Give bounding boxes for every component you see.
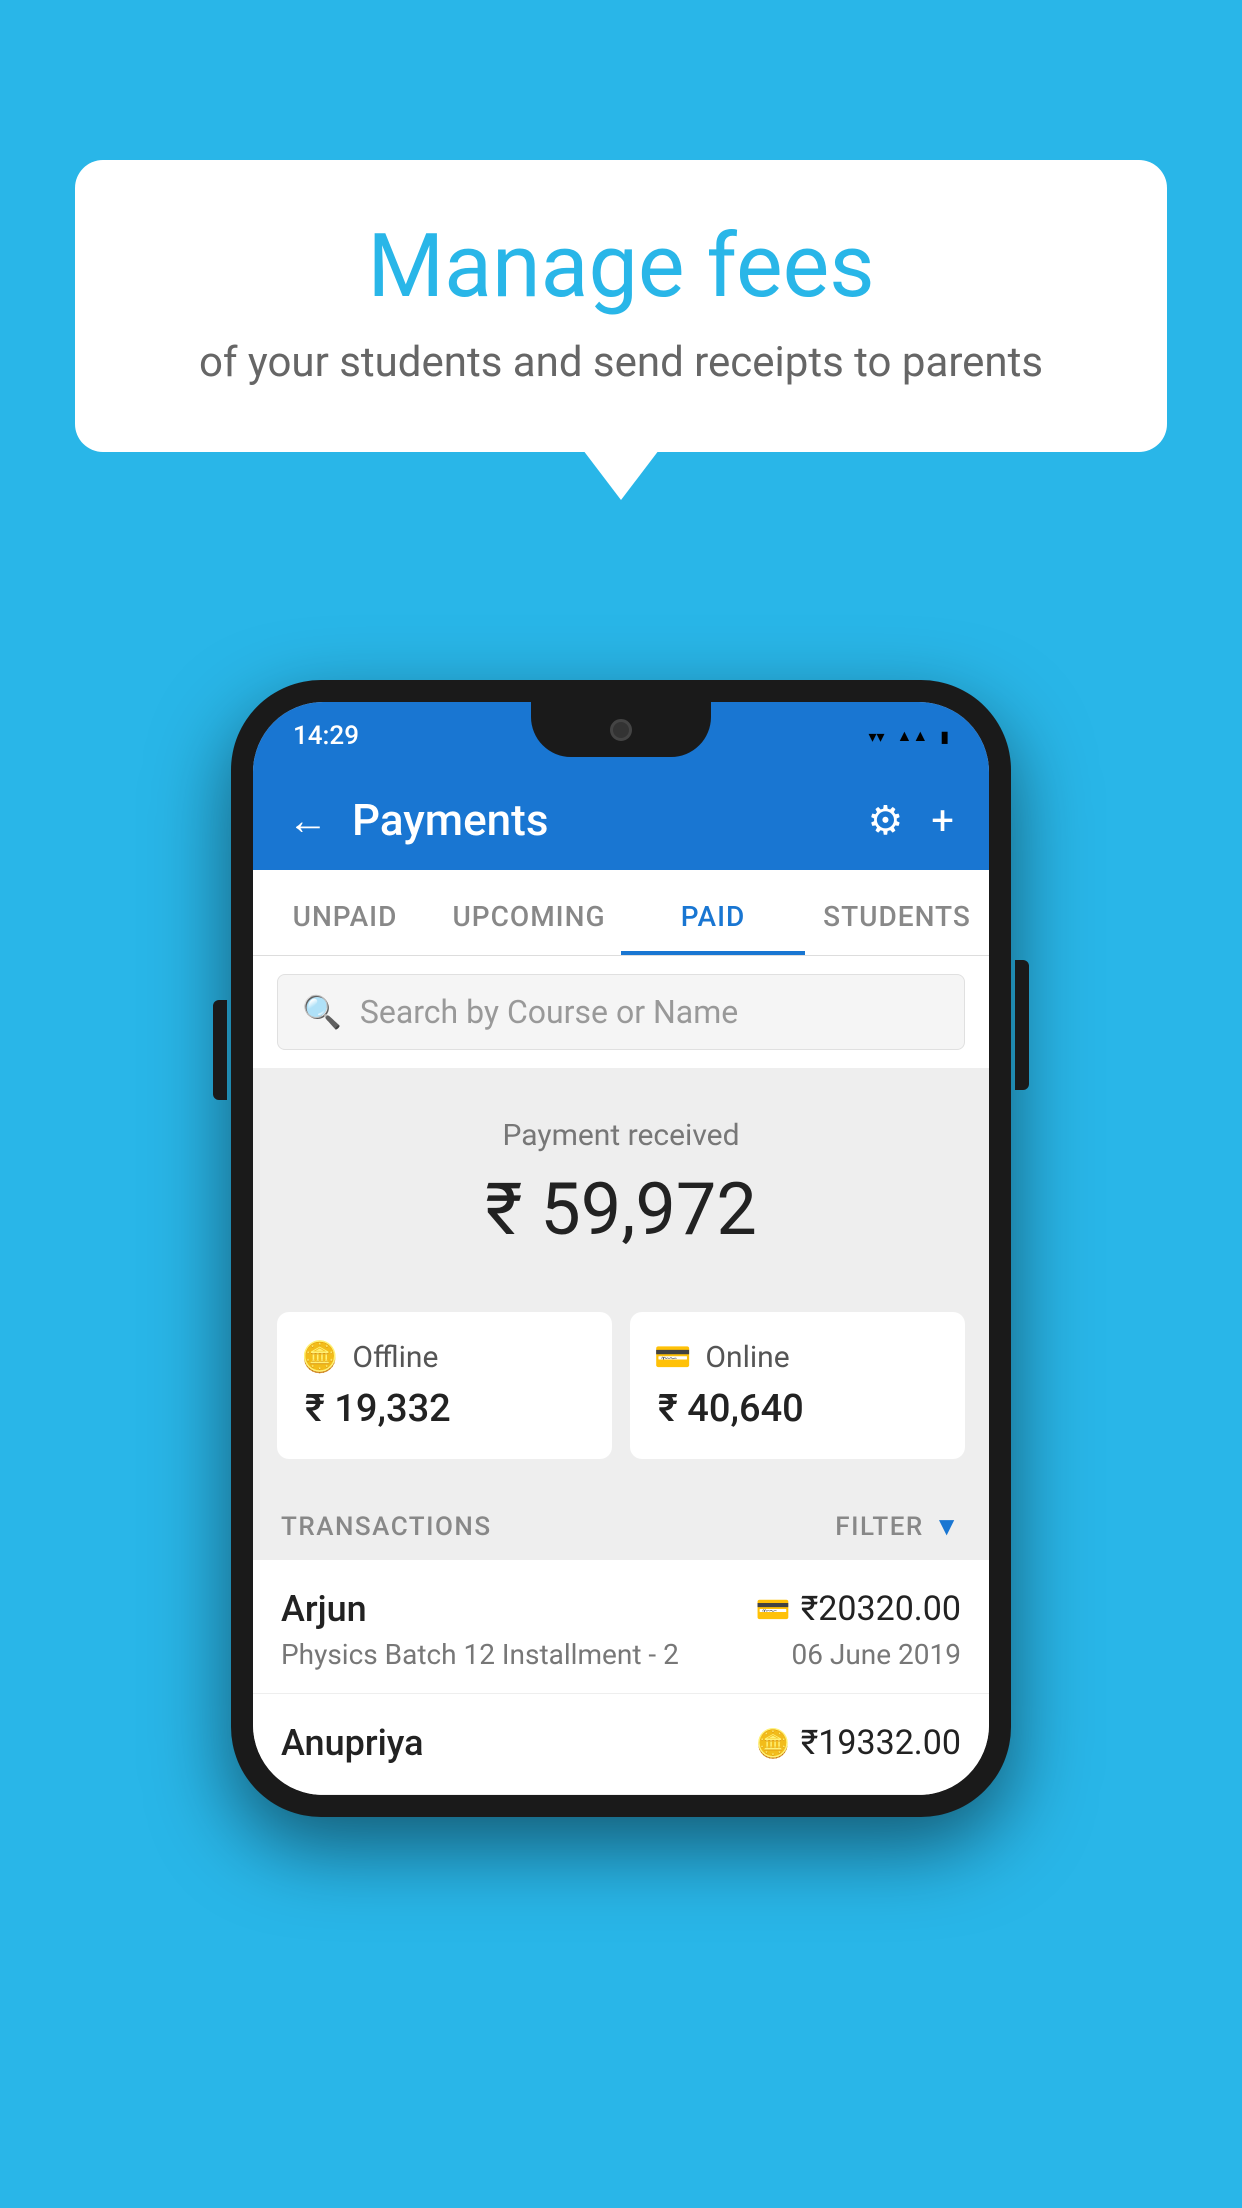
- filter-label: FILTER: [835, 1512, 923, 1542]
- transaction-row-top: Anupriya 🪙 ₹19332.00: [281, 1722, 961, 1764]
- search-container: 🔍 Search by Course or Name: [253, 956, 989, 1068]
- transaction-item[interactable]: Anupriya 🪙 ₹19332.00: [253, 1694, 989, 1795]
- transaction-item[interactable]: Arjun 💳 ₹20320.00 Physics Batch 12 Insta…: [253, 1560, 989, 1694]
- search-input[interactable]: Search by Course or Name: [360, 993, 738, 1031]
- status-bar: 14:29 ▾▾ ▲▲ ▮: [253, 702, 989, 770]
- app-bar-actions: ⚙ +: [867, 797, 954, 844]
- phone-frame: 14:29 ▾▾ ▲▲ ▮ ← Payments ⚙ +: [231, 680, 1011, 1817]
- offline-card-header: 🪙 Offline: [301, 1340, 588, 1375]
- filter-icon: ▼: [934, 1511, 961, 1542]
- offline-icon: 🪙: [301, 1340, 338, 1375]
- tab-paid[interactable]: PAID: [621, 870, 805, 955]
- student-name: Anupriya: [281, 1722, 424, 1764]
- phone-screen: 14:29 ▾▾ ▲▲ ▮ ← Payments ⚙ +: [253, 702, 989, 1795]
- payment-cards: 🪙 Offline ₹ 19,332 💳 Online ₹ 40,640: [253, 1312, 989, 1489]
- phone-wrapper: 14:29 ▾▾ ▲▲ ▮ ← Payments ⚙ +: [231, 680, 1011, 1817]
- bubble-title: Manage fees: [135, 215, 1107, 318]
- payment-total-amount: ₹ 59,972: [277, 1167, 965, 1252]
- transaction-list: Arjun 💳 ₹20320.00 Physics Batch 12 Insta…: [253, 1560, 989, 1795]
- transactions-header: TRANSACTIONS FILTER ▼: [253, 1489, 989, 1560]
- back-button[interactable]: ←: [288, 797, 328, 844]
- offline-amount: ₹ 19,332: [305, 1387, 588, 1431]
- filter-button[interactable]: FILTER ▼: [835, 1511, 961, 1542]
- amount-row: 🪙 ₹19332.00: [756, 1723, 961, 1763]
- search-bar[interactable]: 🔍 Search by Course or Name: [277, 974, 965, 1050]
- tab-upcoming[interactable]: UPCOMING: [437, 870, 621, 955]
- offline-label: Offline: [352, 1340, 438, 1375]
- signal-icon: ▲▲: [897, 726, 929, 746]
- transaction-amount: ₹19332.00: [801, 1723, 961, 1763]
- transaction-row-bottom: Physics Batch 12 Installment - 2 06 June…: [281, 1638, 961, 1671]
- student-name: Arjun: [281, 1588, 367, 1630]
- transaction-date: 06 June 2019: [791, 1638, 961, 1671]
- online-card-header: 💳 Online: [654, 1340, 941, 1375]
- tab-bar: UNPAID UPCOMING PAID STUDENTS: [253, 870, 989, 956]
- online-amount: ₹ 40,640: [658, 1387, 941, 1431]
- battery-icon: ▮: [940, 727, 949, 746]
- offline-payment-icon: 🪙: [756, 1727, 791, 1760]
- amount-row: 💳 ₹20320.00: [756, 1589, 961, 1629]
- app-bar: ← Payments ⚙ +: [253, 770, 989, 870]
- course-info: Physics Batch 12 Installment - 2: [281, 1638, 679, 1671]
- online-icon: 💳: [654, 1340, 691, 1375]
- online-payment-icon: 💳: [756, 1593, 791, 1626]
- notch: [531, 702, 711, 757]
- tab-unpaid[interactable]: UNPAID: [253, 870, 437, 955]
- camera: [610, 719, 632, 741]
- wifi-icon: ▾▾: [868, 727, 884, 746]
- status-icons: ▾▾ ▲▲ ▮: [868, 726, 949, 746]
- transaction-amount: ₹20320.00: [801, 1589, 961, 1629]
- payment-summary: Payment received ₹ 59,972: [253, 1068, 989, 1312]
- add-button[interactable]: +: [931, 797, 954, 844]
- settings-button[interactable]: ⚙: [867, 797, 903, 844]
- offline-card: 🪙 Offline ₹ 19,332: [277, 1312, 612, 1459]
- status-time: 14:29: [293, 721, 359, 751]
- speech-bubble: Manage fees of your students and send re…: [75, 160, 1167, 452]
- transactions-label: TRANSACTIONS: [281, 1512, 492, 1542]
- payment-received-label: Payment received: [277, 1118, 965, 1153]
- bubble-subtitle: of your students and send receipts to pa…: [135, 338, 1107, 387]
- online-label: Online: [705, 1340, 789, 1375]
- tab-students[interactable]: STUDENTS: [805, 870, 989, 955]
- online-card: 💳 Online ₹ 40,640: [630, 1312, 965, 1459]
- transaction-row-top: Arjun 💳 ₹20320.00: [281, 1588, 961, 1630]
- app-title: Payments: [352, 794, 843, 846]
- search-icon: 🔍: [302, 993, 342, 1031]
